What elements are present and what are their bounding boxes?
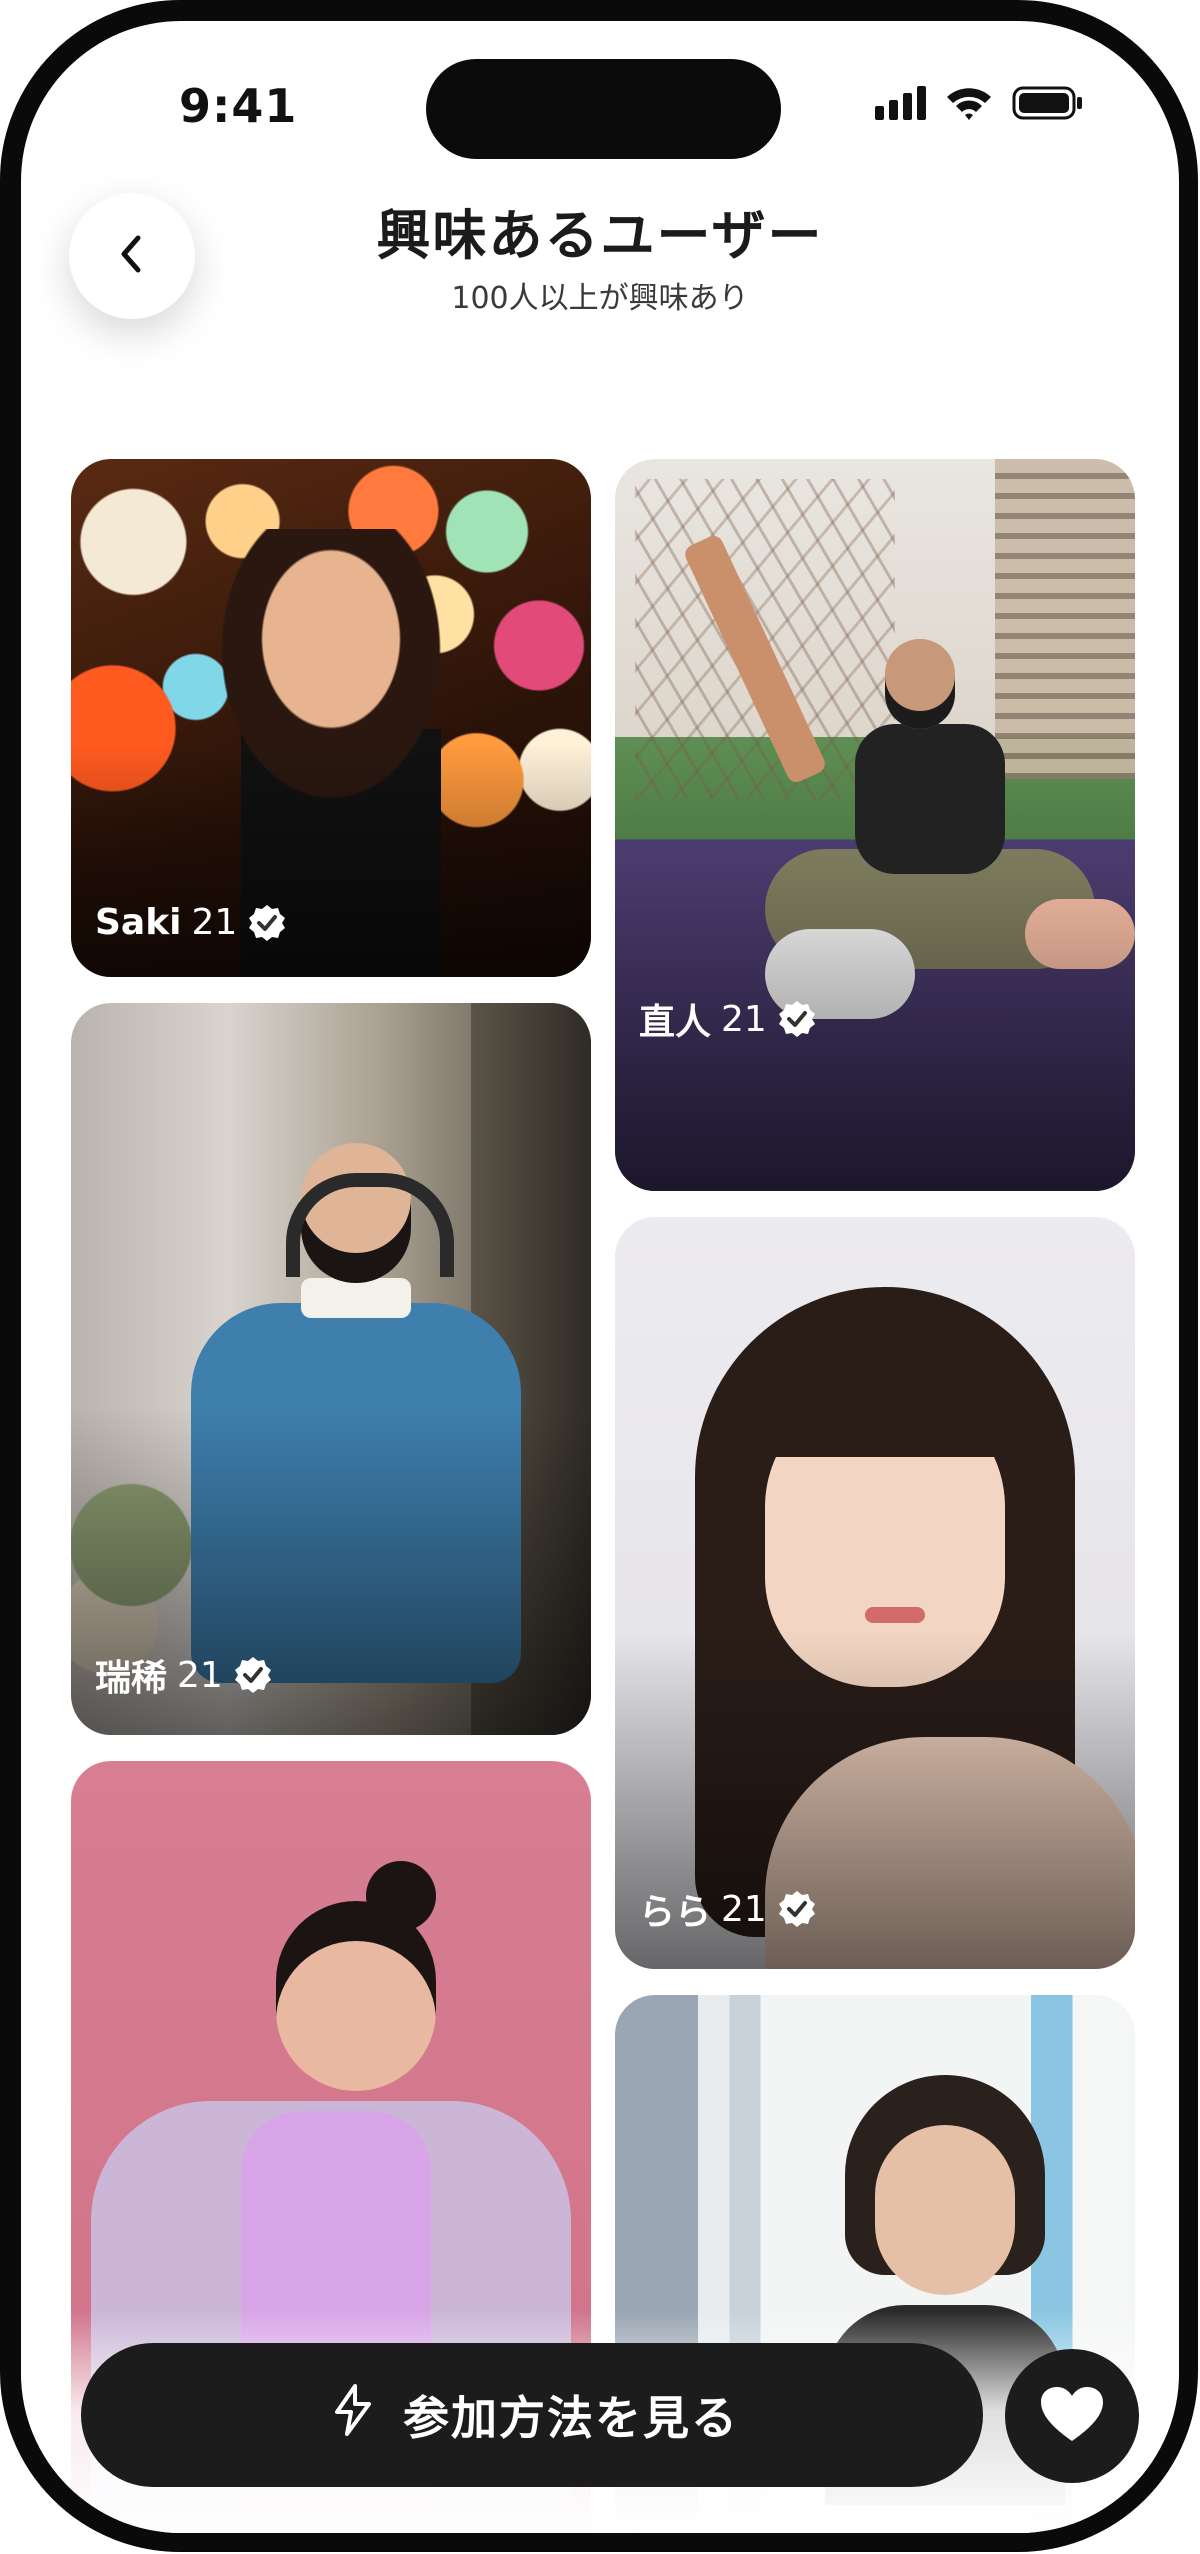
user-name: Saki: [95, 902, 182, 943]
user-age: 21: [721, 998, 767, 1040]
heart-icon: [1039, 2385, 1105, 2447]
verified-badge-icon: [247, 903, 287, 943]
sparkle-icon: [325, 2382, 381, 2449]
verified-badge-icon: [233, 1655, 273, 1695]
user-age: 21: [191, 902, 238, 943]
join-method-label: 参加方法を見る: [403, 2391, 739, 2445]
page-title: 興味あるユーザー: [376, 204, 824, 267]
verified-badge-icon: [777, 999, 817, 1039]
page-subtitle: 100人以上が興味あり: [451, 281, 749, 316]
user-name-row: 瑞稀 21: [95, 1649, 273, 1701]
user-card-mizuki[interactable]: 瑞稀 21: [71, 1003, 591, 1735]
status-time: 9:41: [179, 79, 298, 133]
user-name: 瑞稀: [95, 1658, 168, 1699]
wifi-icon: [944, 85, 994, 121]
user-age: 21: [721, 1888, 767, 1930]
user-name: らら: [639, 1892, 712, 1933]
user-age: 21: [177, 1654, 223, 1696]
user-card-naoto[interactable]: 直人 21: [615, 459, 1135, 1191]
user-card-saki[interactable]: Saki 21: [71, 459, 591, 977]
signal-icon: [875, 86, 926, 120]
phone-bezel: 9:41 興味あるユーザー 100人以上が興味あり Saki 21 直人 21 …: [0, 0, 1198, 2552]
screen: 9:41 興味あるユーザー 100人以上が興味あり Saki 21 直人 21 …: [21, 21, 1179, 2533]
join-method-button[interactable]: 参加方法を見る: [81, 2343, 983, 2487]
status-icons: [875, 85, 1084, 121]
battery-icon: [1012, 85, 1084, 121]
user-name-row: Saki 21: [95, 902, 287, 943]
user-name-row: らら 21: [639, 1883, 817, 1935]
user-card-rara[interactable]: らら 21: [615, 1217, 1135, 1969]
like-button[interactable]: [1005, 2349, 1139, 2483]
user-name: 直人: [639, 1002, 712, 1043]
verified-badge-icon: [777, 1889, 817, 1929]
app-frame: 9:41 興味あるユーザー 100人以上が興味あり Saki 21 直人 21 …: [0, 0, 1200, 2554]
dynamic-island: [426, 59, 781, 159]
user-name-row: 直人 21: [639, 993, 817, 1045]
